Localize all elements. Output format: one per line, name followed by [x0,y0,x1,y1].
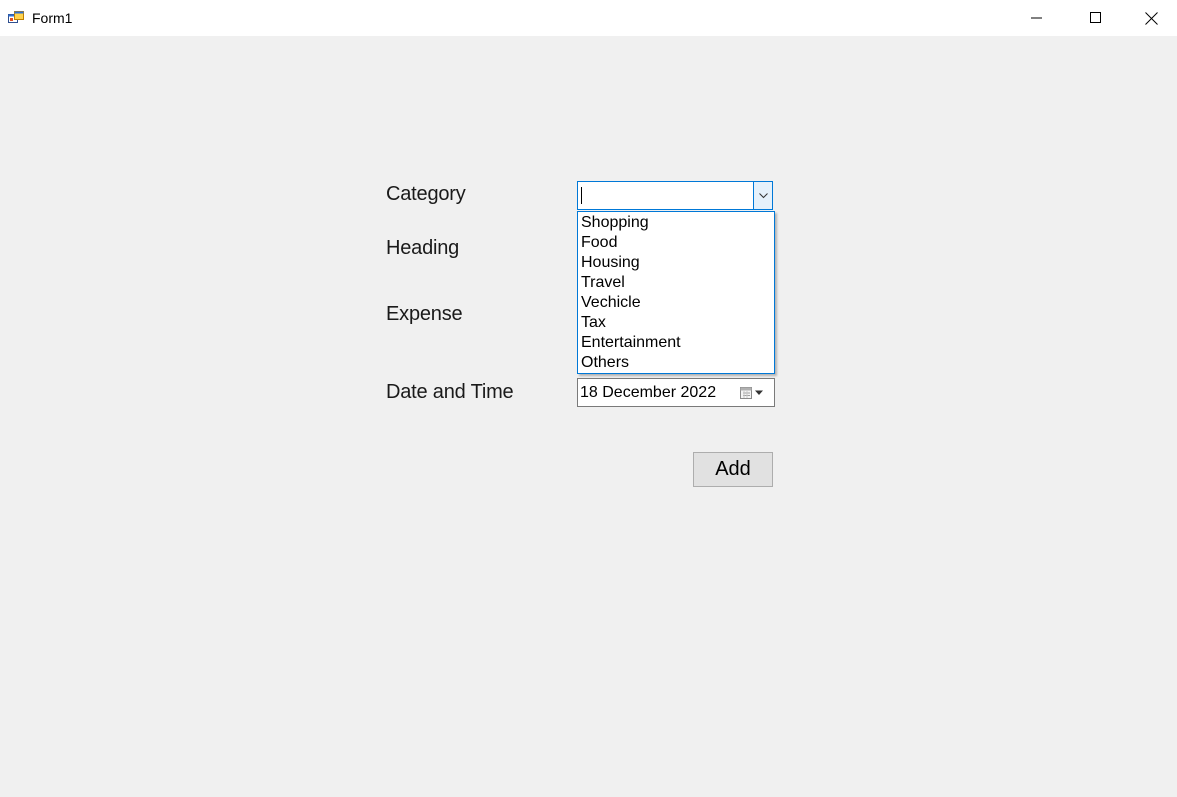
category-option[interactable]: Shopping [578,213,774,233]
text-caret [581,187,582,204]
window-title: Form1 [32,10,73,26]
heading-label: Heading [386,237,460,259]
dropdown-arrow-icon [755,390,763,395]
category-option[interactable]: Entertainment [578,333,774,353]
calendar-dropdown-button[interactable] [740,385,770,401]
category-dropdown-button[interactable] [753,182,772,209]
category-label: Category [386,183,466,205]
title-bar: Form1 [0,0,1177,36]
date-value[interactable]: 18 December 2022 [580,383,716,403]
minimize-icon [1031,17,1042,19]
category-option[interactable]: Travel [578,273,774,293]
maximize-button[interactable] [1067,0,1125,36]
category-dropdown-list[interactable]: Shopping Food Housing Travel Vechicle Tax Ente… [577,211,775,374]
chevron-down-icon [758,192,768,198]
minimize-button[interactable] [1008,0,1066,36]
close-icon [1145,11,1158,25]
add-button[interactable]: Add [693,452,773,487]
category-combobox[interactable] [577,181,773,210]
category-option[interactable]: Food [578,233,774,253]
category-options: Shopping Food Housing Travel Vechicle Tax Ente… [578,213,774,373]
category-option[interactable]: Housing [578,253,774,273]
category-option[interactable]: Others [578,353,774,373]
date-time-label: Date and Time [386,381,514,403]
category-option[interactable]: Vechicle [578,293,774,313]
category-option[interactable]: Tax [578,313,774,333]
app-form-icon[interactable] [8,10,24,26]
maximize-icon [1090,12,1101,23]
calendar-icon [740,387,752,399]
close-button[interactable] [1126,0,1177,36]
expense-label: Expense [386,303,463,325]
date-time-picker[interactable]: 18 December 2022 [577,378,775,407]
